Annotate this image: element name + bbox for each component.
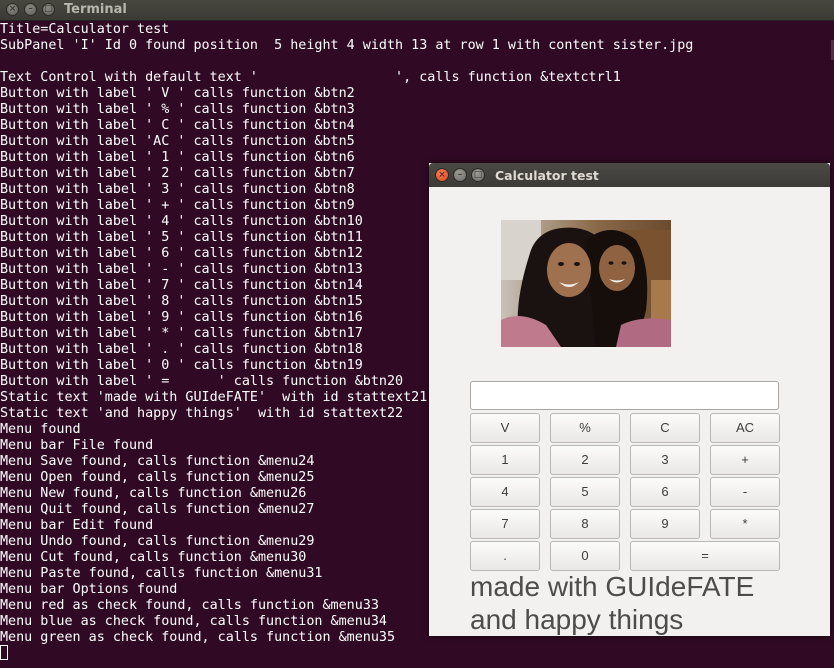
- terminal-line: Button with label ' 3 ' calls function &…: [0, 182, 355, 197]
- terminal-line: SubPanel 'I' Id 0 found position 5 heigh…: [0, 38, 694, 53]
- terminal-line: Menu green as check found, calls functio…: [0, 630, 396, 645]
- terminal-cursor: [0, 645, 8, 660]
- terminal-line: Button with label ' + ' calls function &…: [0, 198, 355, 213]
- terminal-line: Button with label ' 8 ' calls function &…: [0, 294, 363, 309]
- terminal-line: Button with label ' % ' calls function &…: [0, 102, 355, 117]
- button-6[interactable]: 6: [630, 477, 700, 507]
- terminal-line: Button with label ' 0 ' calls function &…: [0, 358, 363, 373]
- terminal-line: Static text 'made with GUIdeFATE' with i…: [0, 390, 428, 405]
- terminal-title: Terminal: [64, 2, 127, 17]
- terminal-line: Menu bar Options found: [0, 582, 178, 597]
- terminal-line: Menu bar File found: [0, 438, 154, 453]
- terminal-minimize-icon[interactable]: –: [24, 3, 37, 16]
- terminal-line: Text Control with default text ' ', call…: [0, 70, 621, 85]
- terminal-line: Button with label ' * ' calls function &…: [0, 326, 363, 341]
- button-percent[interactable]: %: [550, 413, 620, 443]
- terminal-line: Button with label 'AC ' calls function &…: [0, 134, 355, 149]
- calculator-title: Calculator test: [495, 168, 599, 183]
- static-text-happy-things: and happy things: [470, 604, 684, 635]
- terminal-line: Menu blue as check found, calls function…: [0, 614, 387, 629]
- terminal-line: Menu bar Edit found: [0, 518, 154, 533]
- terminal-line: Title=Calculator test: [0, 22, 170, 37]
- terminal-line: Button with label ' 5 ' calls function &…: [0, 230, 363, 245]
- terminal-line: Button with label ' 9 ' calls function &…: [0, 310, 363, 325]
- calculator-window: × – □ Calculator test V % C AC 1 2 3 + 4…: [429, 163, 830, 636]
- button-2[interactable]: 2: [550, 445, 620, 475]
- terminal-line: Button with label ' 1 ' calls function &…: [0, 150, 355, 165]
- calculator-maximize-icon[interactable]: □: [471, 168, 485, 182]
- terminal-line: Menu Open found, calls function &menu25: [0, 470, 315, 485]
- terminal-line: Button with label ' = ' calls function &…: [0, 374, 404, 389]
- button-clear[interactable]: C: [630, 413, 700, 443]
- button-plus[interactable]: +: [710, 445, 780, 475]
- terminal-line: Button with label ' 7 ' calls function &…: [0, 278, 363, 293]
- terminal-line: Menu Undo found, calls function &menu29: [0, 534, 315, 549]
- button-minus[interactable]: -: [710, 477, 780, 507]
- terminal-line: Static text 'and happy things' with id s…: [0, 406, 404, 421]
- photo-image: [501, 220, 671, 347]
- terminal-line: Button with label ' 6 ' calls function &…: [0, 246, 363, 261]
- terminal-line: Menu Save found, calls function &menu24: [0, 454, 315, 469]
- static-text-made-with: made with GUIdeFATE: [470, 571, 755, 602]
- terminal-line: Menu red as check found, calls function …: [0, 598, 379, 613]
- calculator-close-icon[interactable]: ×: [435, 168, 449, 182]
- calculator-minimize-icon[interactable]: –: [453, 168, 467, 182]
- terminal-line: Button with label ' V ' calls function &…: [0, 86, 355, 101]
- button-all-clear[interactable]: AC: [710, 413, 780, 443]
- terminal-line: Menu found: [0, 422, 81, 437]
- terminal-line: Button with label ' 2 ' calls function &…: [0, 166, 355, 181]
- terminal-line: Button with label ' C ' calls function &…: [0, 118, 355, 133]
- button-decimal[interactable]: .: [470, 541, 540, 571]
- button-8[interactable]: 8: [550, 509, 620, 539]
- terminal-titlebar: × – □ Terminal: [0, 0, 834, 21]
- button-5[interactable]: 5: [550, 477, 620, 507]
- calculator-titlebar: × – □ Calculator test: [429, 163, 830, 187]
- button-4[interactable]: 4: [470, 477, 540, 507]
- terminal-line: Menu Paste found, calls function &menu31: [0, 566, 323, 581]
- terminal-line: Menu New found, calls function &menu26: [0, 486, 307, 501]
- button-multiply[interactable]: *: [710, 509, 780, 539]
- terminal-line: Button with label ' . ' calls function &…: [0, 342, 363, 357]
- terminal-line: Button with label ' - ' calls function &…: [0, 262, 363, 277]
- button-7[interactable]: 7: [470, 509, 540, 539]
- terminal-maximize-icon[interactable]: □: [42, 3, 55, 16]
- terminal-line: Menu Cut found, calls function &menu30: [0, 550, 307, 565]
- button-sqrt[interactable]: V: [470, 413, 540, 443]
- button-equals[interactable]: =: [630, 541, 780, 571]
- button-3[interactable]: 3: [630, 445, 700, 475]
- terminal-close-icon[interactable]: ×: [6, 3, 19, 16]
- terminal-line: Menu Quit found, calls function &menu27: [0, 502, 315, 517]
- terminal-line: Button with label ' 4 ' calls function &…: [0, 214, 363, 229]
- sister-photo: [501, 220, 671, 347]
- button-0[interactable]: 0: [550, 541, 620, 571]
- button-1[interactable]: 1: [470, 445, 540, 475]
- button-9[interactable]: 9: [630, 509, 700, 539]
- calculator-text-input[interactable]: [470, 381, 779, 410]
